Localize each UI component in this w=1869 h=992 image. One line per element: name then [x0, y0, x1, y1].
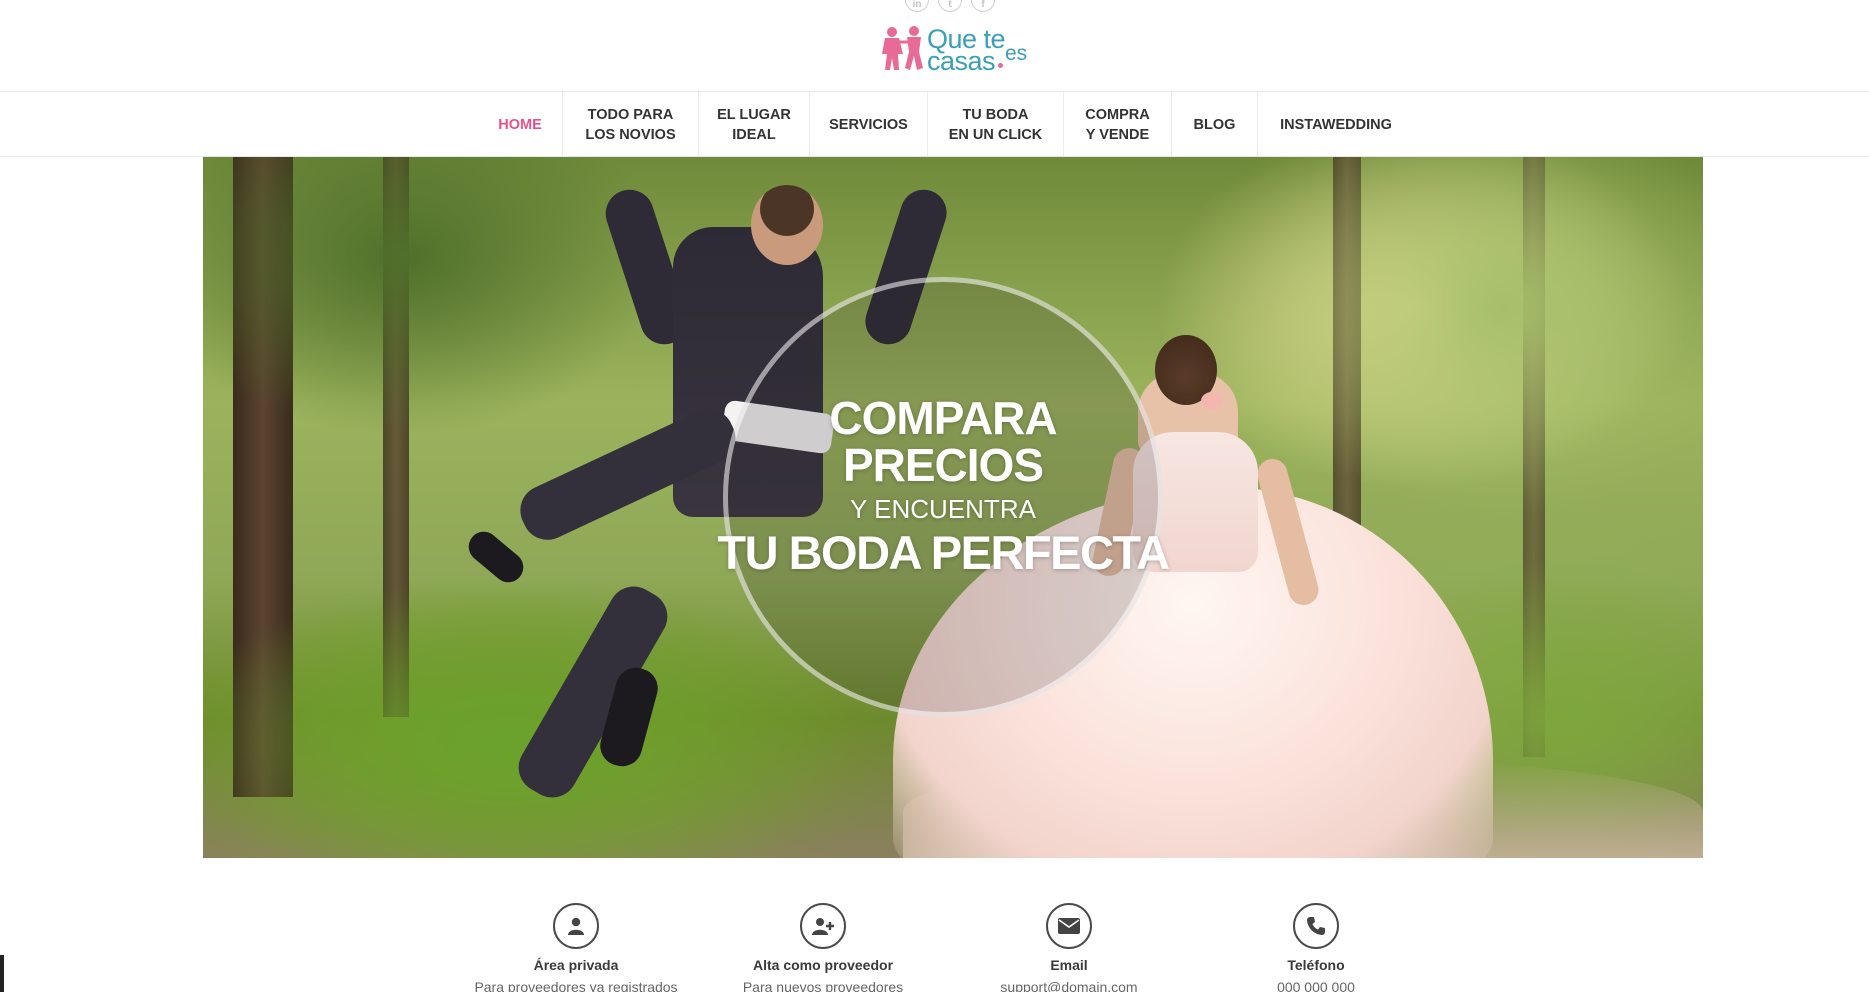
logo-dot — [998, 63, 1003, 68]
feature-title: Teléfono — [1287, 957, 1345, 973]
nav-item-servicios[interactable]: SERVICIOS — [810, 92, 928, 157]
main-navigation: HOME TODO PARA LOS NOVIOS EL LUGAR IDEAL… — [0, 91, 1869, 157]
hero-headline-line2: PRECIOS — [842, 439, 1044, 491]
feature-subtitle: Para nuevos proveedores — [742, 979, 904, 992]
nav-item-el-lugar-ideal[interactable]: EL LUGAR IDEAL — [699, 92, 810, 157]
feature-subtitle: 000 000 000 — [1277, 979, 1355, 992]
site-logo[interactable]: Que te casas es — [879, 24, 1029, 78]
feature-title: Alta como proveedor — [752, 957, 894, 973]
user-icon — [553, 903, 599, 949]
nav-item-home[interactable]: HOME — [478, 92, 563, 157]
feature-subtitle: Para proveedores ya registrados — [474, 979, 678, 992]
hero-subheadline: Y ENCUENTRA — [850, 494, 1036, 524]
logo-text-line2: casas — [927, 46, 996, 76]
foliage — [1243, 157, 1703, 517]
feature-register-provider[interactable]: Alta como proveedor Para nuevos proveedo… — [693, 903, 953, 992]
feature-title: Email — [1050, 957, 1088, 973]
edge-marker — [0, 955, 4, 992]
add-user-icon — [800, 903, 846, 949]
twitter-icon[interactable]: t — [938, 0, 962, 12]
nav-item-tu-boda-en-un-click[interactable]: TU BODA EN UN CLICK — [928, 92, 1064, 157]
envelope-icon — [1046, 903, 1092, 949]
feature-email[interactable]: Email support@domain.com — [939, 903, 1199, 992]
nav-item-blog[interactable]: BLOG — [1172, 92, 1258, 157]
feature-phone[interactable]: Teléfono 000 000 000 — [1186, 903, 1446, 992]
feature-subtitle: support@domain.com — [1000, 979, 1138, 992]
hero-headline-line1: COMPARA — [829, 392, 1057, 444]
couple-logo-icon — [882, 26, 923, 70]
logo-suffix: es — [1005, 42, 1028, 65]
groom-head — [751, 185, 823, 265]
facebook-icon[interactable]: f — [971, 0, 995, 12]
hero-banner: COMPARA PRECIOS Y ENCUENTRA TU BODA PERF… — [203, 157, 1703, 858]
feature-private-area[interactable]: Área privada Para proveedores ya registr… — [446, 903, 706, 992]
social-links: in t f — [905, 0, 995, 12]
phone-icon — [1293, 903, 1339, 949]
nav-item-todo-para-los-novios[interactable]: TODO PARA LOS NOVIOS — [563, 92, 699, 157]
site-header: in t f Que te casas es — [0, 0, 1869, 91]
linkedin-icon[interactable]: in — [905, 0, 929, 12]
hero-headline-line3: TU BODA PERFECTA — [717, 526, 1170, 579]
foliage — [203, 157, 663, 437]
nav-item-instawedding[interactable]: INSTAWEDDING — [1258, 92, 1414, 157]
nav-item-compra-y-vende[interactable]: COMPRA Y VENDE — [1064, 92, 1172, 157]
feature-title: Área privada — [533, 957, 619, 973]
